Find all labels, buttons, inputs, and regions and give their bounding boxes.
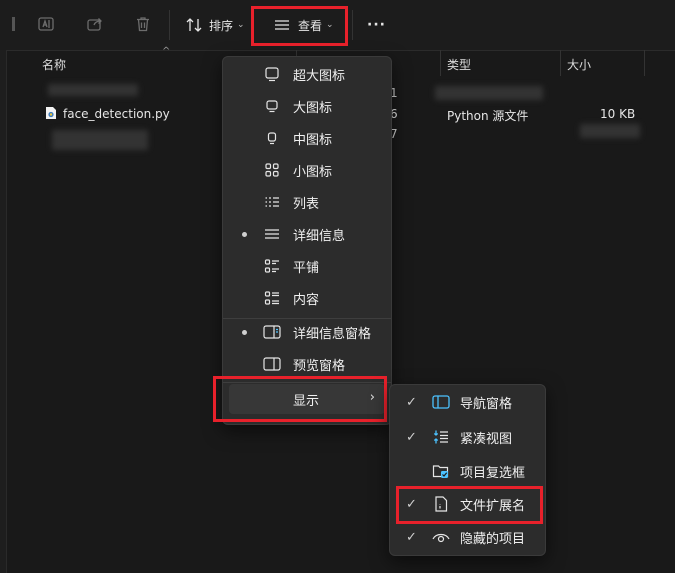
menu-item-label: 超大图标 [293,68,346,84]
file-name: face_detection.py [63,107,170,121]
command-bar: 排序 ⌄ 查看 ⌄ ··· [0,0,675,51]
menu-item-medium-icons[interactable]: 中图标 [229,123,385,153]
details-icon [263,225,281,243]
menu-item-label: 大图标 [293,100,333,116]
menu-item-label: 详细信息窗格 [293,326,372,342]
small-icons-icon [263,161,281,179]
checkmark-icon: ✓ [406,429,417,445]
checkmark-icon: ✓ [406,394,417,410]
menu-item-extra-large-icons[interactable]: 超大图标 [229,59,385,89]
sort-button[interactable]: 排序 ⌄ [185,8,245,42]
selected-bullet-icon [242,329,247,335]
toolbar-divider [169,10,170,40]
chevron-down-icon: ⌄ [237,20,245,30]
share-icon[interactable] [85,14,105,34]
menu-item-list[interactable]: 列表 [229,187,385,217]
checkmark-icon: ✓ [406,529,417,545]
menu-item-label: 内容 [293,292,320,308]
preview-pane-icon [263,355,281,373]
submenu-item-item-checkboxes[interactable]: 项目复选框 [394,456,541,486]
compact-view-icon [432,428,450,446]
list-icon [263,193,281,211]
sort-ascending-icon: ^ [162,46,171,57]
delete-icon[interactable] [133,14,153,34]
submenu-item-hidden-items[interactable]: ✓ 隐藏的项目 [394,522,541,552]
submenu-item-label: 隐藏的项目 [460,531,526,547]
show-submenu: ✓ 导航窗格 ✓ 紧凑视图 项目复选框 ✓ 文件扩展名 ✓ 隐藏的项目 [389,384,546,556]
column-divider[interactable] [644,50,645,76]
view-menu: 超大图标 大图标 中图标 小图标 列表 详细信息 平铺 内容 详细信息窗格 预览… [222,56,392,425]
menu-item-details[interactable]: 详细信息 [229,219,385,249]
column-divider[interactable] [440,50,441,76]
menu-item-tiles[interactable]: 平铺 [229,251,385,281]
menu-item-small-icons[interactable]: 小图标 [229,155,385,185]
cut-icon[interactable] [4,14,24,34]
column-size-header[interactable]: 大小 [567,56,591,73]
toolbar-divider [352,10,353,40]
redacted-row [580,124,640,138]
sort-label: 排序 [209,18,234,33]
show-item-highlight [213,376,387,422]
menu-item-label: 中图标 [293,132,333,148]
extra-large-icons-icon [263,65,281,83]
submenu-item-label: 紧凑视图 [460,431,513,447]
submenu-item-compact-view[interactable]: ✓ 紧凑视图 [394,422,541,452]
navigation-pane-icon [432,393,450,411]
more-options-button[interactable]: ··· [367,8,386,42]
file-extension-highlight [396,486,543,524]
menu-item-large-icons[interactable]: 大图标 [229,91,385,121]
menu-item-content[interactable]: 内容 [229,283,385,313]
redacted-row [435,86,543,100]
menu-item-label: 详细信息 [293,228,346,244]
details-pane-icon [263,323,281,341]
tiles-icon [263,257,281,275]
menu-item-label: 小图标 [293,164,333,180]
redacted-row [48,84,138,96]
menu-item-label: 列表 [293,196,320,212]
redacted-row [52,130,148,150]
submenu-item-navigation-pane[interactable]: ✓ 导航窗格 [394,387,541,417]
view-button-highlight [251,6,348,46]
menu-item-label: 预览窗格 [293,358,346,374]
rename-icon[interactable] [36,14,56,34]
submenu-item-label: 导航窗格 [460,396,513,412]
large-icons-icon [263,97,281,115]
navigation-pane-edge[interactable] [0,50,7,573]
menu-item-preview-pane[interactable]: 预览窗格 [229,349,385,379]
submenu-item-label: 项目复选框 [460,465,526,481]
sort-icon [185,17,203,33]
file-size: 10 KB [600,107,636,121]
hidden-items-icon [432,528,450,546]
file-type: Python 源文件 [447,109,529,123]
selected-bullet-icon [242,231,247,237]
menu-item-details-pane[interactable]: 详细信息窗格 [229,317,385,347]
medium-icons-icon [263,129,281,147]
column-divider[interactable] [560,50,561,76]
more-icon: ··· [367,17,386,33]
menu-item-label: 平铺 [293,260,320,276]
column-name-header[interactable]: 名称 [42,56,66,73]
column-type-header[interactable]: 类型 [447,56,471,73]
item-checkbox-icon [432,462,450,480]
python-file-icon [45,106,57,120]
content-icon [263,289,281,307]
